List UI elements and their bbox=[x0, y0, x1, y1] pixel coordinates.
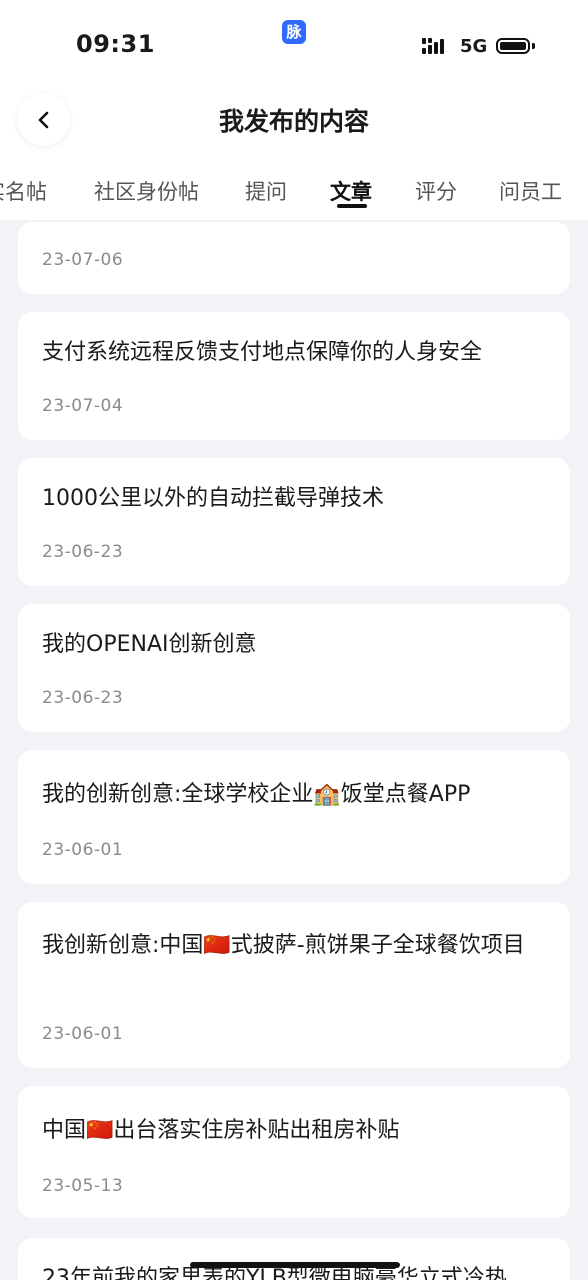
post-date: 23-06-01 bbox=[42, 840, 124, 860]
header: 我发布的内容 bbox=[0, 90, 588, 152]
post-date: 23-06-01 bbox=[42, 1024, 124, 1044]
network-label: 5G bbox=[460, 36, 488, 57]
tab-bar: 实名帖 社区身份帖 提问 文章 评分 问员工 bbox=[0, 152, 588, 220]
post-date: 23-06-23 bbox=[42, 688, 124, 708]
post-title: 我创新创意:中国🇨🇳式披萨-煎饼果子全球餐饮项目 bbox=[42, 933, 525, 958]
home-indicator[interactable] bbox=[190, 1262, 400, 1268]
active-tab-indicator bbox=[337, 204, 367, 208]
post-title: 支付系统远程反馈支付地点保障你的人身安全 bbox=[42, 340, 483, 365]
post-card[interactable]: 1000公里以外的自动拦截导弹技术 23-06-23 bbox=[18, 458, 570, 586]
post-title: 中国🇨🇳出台落实住房补贴出租房补贴 bbox=[42, 1118, 400, 1143]
tab-ratings[interactable]: 评分 bbox=[415, 176, 457, 206]
post-card[interactable]: 我创新创意:中国🇨🇳式披萨-煎饼果子全球餐饮项目 23-06-01 bbox=[18, 902, 570, 1068]
tab-articles[interactable]: 文章 bbox=[330, 176, 372, 206]
post-title: 我的创新创意:全球学校企业🏫饭堂点餐APP bbox=[42, 782, 471, 807]
post-title: 我的OPENAI创新创意 bbox=[42, 632, 257, 657]
post-card[interactable]: 中国🇨🇳出台落实住房补贴出租房补贴 23-05-13 bbox=[18, 1086, 570, 1218]
post-card[interactable]: 23年前我的家里表的YLB型微电脑豪华立式冷热 bbox=[18, 1238, 570, 1280]
post-card[interactable]: 23-07-06 bbox=[18, 222, 570, 294]
tab-community-posts[interactable]: 社区身份帖 bbox=[94, 176, 199, 206]
post-date: 23-05-13 bbox=[42, 1176, 124, 1196]
page-title: 我发布的内容 bbox=[218, 107, 369, 136]
status-bar: 09:31 脉 5G bbox=[0, 0, 588, 90]
signal-icon bbox=[422, 38, 452, 58]
page: 09:31 脉 5G 我发布的内容 实名帖 社区身份帖 提问 文章 评分 bbox=[0, 0, 588, 1280]
battery-level bbox=[500, 42, 526, 50]
battery-icon bbox=[496, 38, 530, 54]
post-date: 23-07-06 bbox=[42, 250, 124, 270]
tab-questions[interactable]: 提问 bbox=[245, 176, 287, 206]
post-card[interactable]: 支付系统远程反馈支付地点保障你的人身安全 23-07-04 bbox=[18, 312, 570, 440]
post-date: 23-06-23 bbox=[42, 542, 124, 562]
battery-tip bbox=[532, 43, 535, 49]
tab-real-name-posts[interactable]: 实名帖 bbox=[0, 176, 47, 206]
status-time: 09:31 bbox=[76, 30, 155, 58]
app-badge-icon: 脉 bbox=[282, 20, 306, 44]
post-card[interactable]: 我的OPENAI创新创意 23-06-23 bbox=[18, 604, 570, 732]
post-date: 23-07-04 bbox=[42, 396, 124, 416]
post-card[interactable]: 我的创新创意:全球学校企业🏫饭堂点餐APP 23-06-01 bbox=[18, 750, 570, 884]
post-title: 1000公里以外的自动拦截导弹技术 bbox=[42, 486, 384, 511]
tab-ask-employees[interactable]: 问员工 bbox=[499, 176, 562, 206]
